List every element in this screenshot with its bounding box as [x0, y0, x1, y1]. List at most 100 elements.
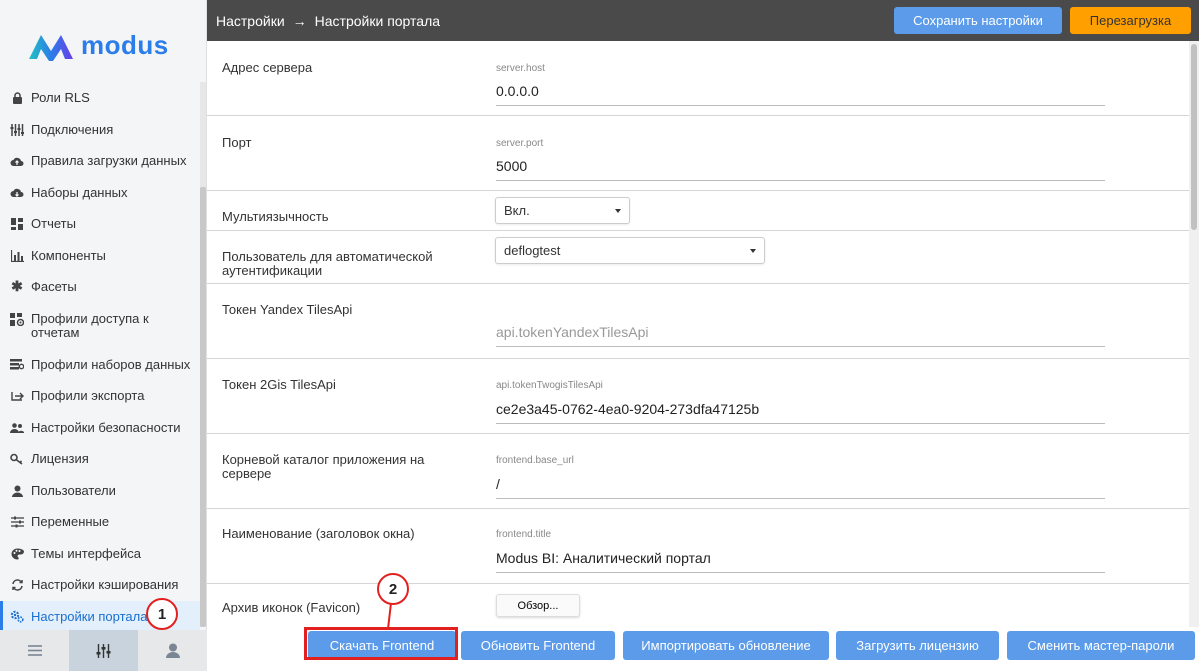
field-hint: server.host — [496, 63, 545, 74]
setting-label: Архив иконок (Favicon) — [222, 600, 361, 615]
reload-button[interactable]: Перезагрузка — [1070, 7, 1191, 34]
server-port-input[interactable]: 5000 — [496, 158, 1105, 181]
gears-icon — [10, 610, 24, 624]
update-frontend-button[interactable]: Обновить Frontend — [461, 631, 615, 660]
import-update-button[interactable]: Импортировать обновление — [623, 631, 829, 660]
sidebar-item-interface-themes[interactable]: Темы интерфейса — [0, 538, 200, 570]
2gis-token-input[interactable]: ce2e3a45-0762-4ea0-9204-273dfa47125b — [496, 401, 1105, 424]
sidebar-item-label: Настройки безопасности — [31, 419, 181, 435]
upload-license-button[interactable]: Загрузить лицензию — [836, 631, 999, 660]
dataset-profile-icon — [10, 358, 24, 372]
annotation-marker-1: 1 — [146, 598, 178, 630]
sidebar-item-components[interactable]: Компоненты — [0, 240, 200, 272]
sidebar-scrollbar[interactable] — [200, 82, 206, 627]
sidebar-item-export-profiles[interactable]: Профили экспорта — [0, 380, 200, 412]
chevron-down-icon — [750, 249, 756, 253]
change-master-passwords-button[interactable]: Сменить мастер-пароли — [1007, 631, 1195, 660]
setting-label: Наименование (заголовок окна) — [222, 526, 415, 541]
setting-label: Пользователь для автоматической аутентиф… — [222, 249, 433, 278]
settings-button[interactable] — [69, 630, 138, 671]
browse-button[interactable]: Обзор... — [496, 594, 580, 617]
sidebar-item-label: Отчеты — [31, 216, 76, 231]
asterisk-icon: ✱ — [11, 278, 23, 295]
annotation-pointer — [387, 603, 392, 629]
setting-row-base-url: Корневой каталог приложения на сервере f… — [207, 434, 1189, 509]
setting-row-favicon: Архив иконок (Favicon) Обзор... — [207, 584, 1189, 627]
setting-row-server-port: Порт server.port 5000 — [207, 116, 1189, 191]
sidebar-item-label: Настройки портала — [31, 608, 148, 624]
title-input[interactable]: Modus BI: Аналитический портал — [496, 550, 1105, 573]
sidebar-item-label: Профили доступа к отчетам — [31, 310, 149, 340]
sidebar-item-label: Темы интерфейса — [31, 545, 141, 561]
variables-icon — [10, 515, 24, 529]
users-icon — [10, 421, 24, 435]
main-scrollbar[interactable] — [1189, 41, 1199, 627]
sidebar-item-variables[interactable]: Переменные — [0, 506, 200, 538]
top-header: Настройки → Настройки портала Сохранить … — [207, 0, 1199, 41]
palette-icon — [10, 547, 24, 561]
settings-form: Адрес сервера server.host 0.0.0.0 Порт s… — [207, 41, 1189, 627]
main-scrollbar-thumb[interactable] — [1191, 44, 1197, 230]
menu-button[interactable] — [0, 630, 69, 671]
setting-row-server-host: Адрес сервера server.host 0.0.0.0 — [207, 41, 1189, 116]
field-hint: frontend.base_url — [496, 455, 574, 466]
sidebar-item-security-settings[interactable]: Настройки безопасности — [0, 412, 200, 444]
multilang-select[interactable]: Вкл. — [495, 197, 630, 224]
sidebar-item-cache-settings[interactable]: Настройки кэширования — [0, 569, 200, 601]
sidebar-item-label: Настройки кэширования — [31, 577, 179, 592]
field-hint: api.tokenTwogisTilesApi — [496, 380, 603, 391]
setting-label: Адрес сервера — [222, 60, 313, 75]
breadcrumb: Настройки → Настройки портала — [216, 13, 440, 29]
settings-sliders-icon — [96, 643, 111, 658]
sidebar-item-label: Роли RLS — [31, 90, 90, 105]
setting-label: Токен 2Gis TilesApi — [222, 377, 336, 392]
field-hint: server.port — [496, 138, 544, 149]
setting-row-title: Наименование (заголовок окна) frontend.t… — [207, 509, 1189, 584]
sidebar-item-facets[interactable]: ✱ Фасеты — [0, 271, 200, 303]
sidebar-item-reports[interactable]: Отчеты — [0, 208, 200, 240]
setting-label: Мультиязычность — [222, 209, 329, 224]
sidebar-item-label: Подключения — [31, 121, 114, 137]
sidebar-item-data-load-rules[interactable]: Правила загрузки данных — [0, 145, 200, 177]
sidebar-nav: Роли RLS Подключения Правила загрузки да… — [0, 82, 200, 632]
sidebar-item-rls-roles[interactable]: Роли RLS — [0, 82, 200, 114]
select-value: deflogtest — [504, 243, 561, 258]
sidebar-scrollbar-thumb[interactable] — [200, 187, 206, 627]
setting-row-yandex-token: Токен Yandex TilesApi api.tokenYandexTil… — [207, 284, 1189, 359]
annotation-highlight — [304, 627, 458, 660]
profile-button[interactable] — [138, 630, 207, 671]
profile-icon — [165, 643, 180, 658]
sidebar-item-datasets[interactable]: Наборы данных — [0, 177, 200, 209]
refresh-icon — [10, 578, 24, 592]
field-hint: frontend.title — [496, 529, 552, 540]
yandex-token-input[interactable]: api.tokenYandexTilesApi — [496, 324, 1105, 347]
sidebar-item-label: Пользователи — [31, 482, 116, 498]
logo[interactable]: modus — [27, 30, 169, 61]
key-icon — [10, 452, 24, 466]
breadcrumb-portal-settings: Настройки портала — [314, 13, 441, 29]
base-url-input[interactable]: / — [496, 476, 1105, 499]
annotation-marker-2: 2 — [377, 573, 409, 605]
sidebar-item-label: Профили наборов данных — [31, 356, 191, 372]
cloud-upload-icon — [10, 154, 24, 168]
report-access-icon — [10, 313, 24, 327]
setting-row-2gis-token: Токен 2Gis TilesApi api.tokenTwogisTiles… — [207, 359, 1189, 434]
sidebar-item-report-access-profiles[interactable]: Профили доступа к отчетам — [0, 303, 200, 349]
breadcrumb-settings[interactable]: Настройки — [216, 13, 285, 29]
auto-user-select[interactable]: deflogtest — [495, 237, 765, 264]
menu-icon — [27, 645, 42, 656]
bar-chart-icon — [10, 249, 24, 263]
setting-label: Порт — [222, 135, 252, 150]
lock-icon — [10, 91, 24, 105]
sidebar-item-label: Переменные — [31, 514, 110, 529]
sidebar-item-users[interactable]: Пользователи — [0, 475, 200, 507]
sidebar-item-label: Лицензия — [31, 451, 89, 466]
sidebar-item-license[interactable]: Лицензия — [0, 443, 200, 475]
sidebar-bottom-bar — [0, 630, 207, 671]
save-settings-button[interactable]: Сохранить настройки — [894, 7, 1062, 34]
server-host-input[interactable]: 0.0.0.0 — [496, 83, 1105, 106]
sliders-icon — [10, 123, 24, 137]
sidebar-item-dataset-profiles[interactable]: Профили наборов данных — [0, 349, 200, 381]
breadcrumb-separator: → — [292, 13, 307, 29]
sidebar-item-connections[interactable]: Подключения — [0, 114, 200, 146]
